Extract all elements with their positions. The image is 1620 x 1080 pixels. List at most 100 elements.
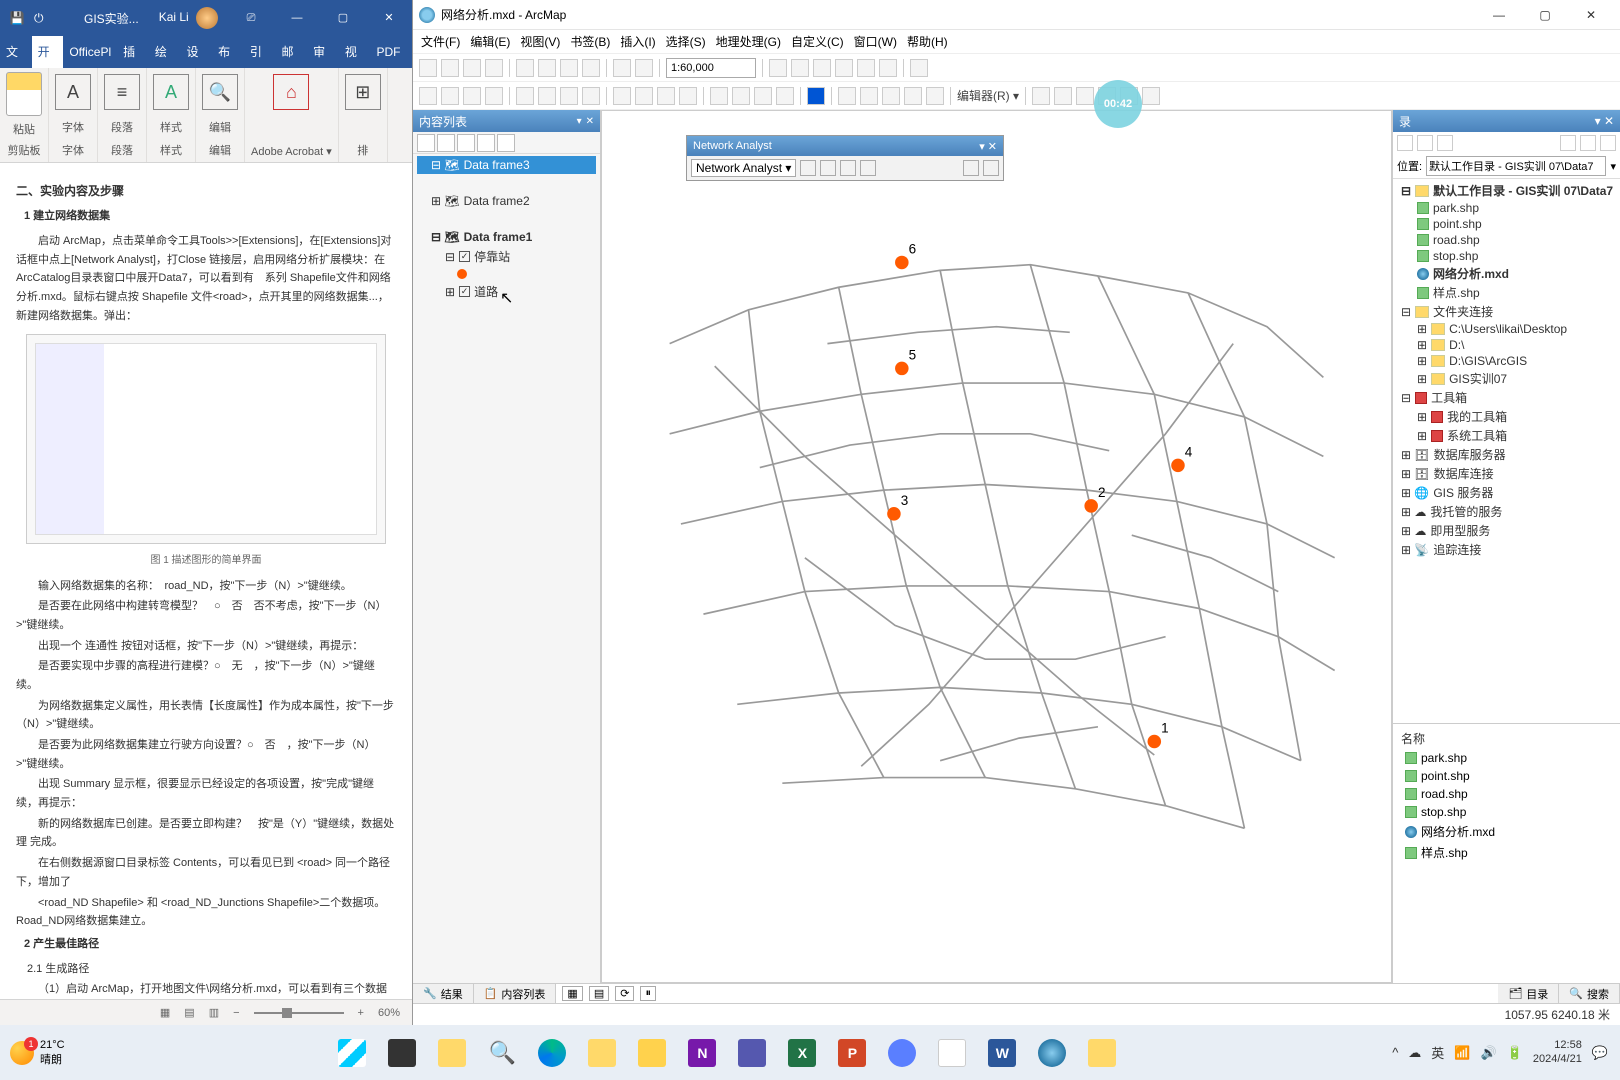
catalog-close-icon[interactable]: ✕ <box>1604 114 1614 128</box>
map-view[interactable]: Network Analyst▾ ✕ Network Analyst ▾ <box>601 110 1392 983</box>
cat-gis-servers[interactable]: ⊞ 🌐 GIS 服务器 <box>1397 483 1616 502</box>
menu-bookmark[interactable]: 书签(B) <box>570 33 610 50</box>
save-icon[interactable]: 💾 <box>0 11 34 25</box>
menu-geoprocessing[interactable]: 地理处理(G) <box>716 33 781 50</box>
arc-maximize-icon[interactable]: ▢ <box>1522 0 1568 30</box>
arc-close-icon[interactable]: ✕ <box>1568 0 1614 30</box>
edge-button[interactable] <box>531 1032 573 1074</box>
paragraph-icon[interactable]: ≡ <box>104 74 140 110</box>
cat-file-road[interactable]: road.shp <box>1397 232 1616 248</box>
tray-wifi-icon[interactable]: 📶 <box>1454 1045 1470 1061</box>
menu-edit[interactable]: 编辑(E) <box>470 33 510 50</box>
toc-close-icon[interactable]: ✕ <box>586 116 594 127</box>
time-slider-icon[interactable] <box>776 87 794 105</box>
arcmap-button[interactable] <box>1031 1032 1073 1074</box>
notes-button[interactable] <box>631 1032 673 1074</box>
autosave-toggle[interactable]: ⏻ <box>34 11 54 26</box>
tray-lang-icon[interactable]: 英 <box>1431 1043 1444 1062</box>
more-1-icon[interactable] <box>838 87 856 105</box>
ribbon-opts-icon[interactable]: ⎚ <box>228 0 274 36</box>
preview-park[interactable]: park.shp <box>1397 749 1616 767</box>
toc-dataframe3[interactable]: ⊟ 🗺Data frame3 <box>417 156 596 174</box>
cut-icon[interactable] <box>516 59 534 77</box>
copy-icon[interactable] <box>538 59 556 77</box>
cat-tracking[interactable]: ⊞ 📡 追踪连接 <box>1397 540 1616 559</box>
fixed-zoomout-icon[interactable] <box>538 87 556 105</box>
find-icon[interactable]: 🔍 <box>202 74 238 110</box>
view-read-icon[interactable]: ▤ <box>184 1006 194 1019</box>
cat-home-icon[interactable] <box>1437 135 1453 151</box>
menu-view[interactable]: 视图(V) <box>520 33 560 50</box>
minimize-icon[interactable]: ― <box>274 0 320 36</box>
pause-draw-icon[interactable]: ⏸ <box>640 986 656 1001</box>
menu-window[interactable]: 窗口(W) <box>854 33 897 50</box>
identify-icon[interactable] <box>679 87 697 105</box>
preview-road[interactable]: road.shp <box>1397 785 1616 803</box>
avatar[interactable] <box>196 7 218 29</box>
tray-volume-icon[interactable]: 🔊 <box>1481 1045 1497 1061</box>
cat-file-mxd[interactable]: 网络分析.mxd <box>1397 264 1616 283</box>
toc-options-icon[interactable] <box>497 134 515 152</box>
search-icon[interactable] <box>835 59 853 77</box>
new-icon[interactable] <box>419 59 437 77</box>
cat-toggle-icon[interactable] <box>1600 135 1616 151</box>
quark-button[interactable] <box>881 1032 923 1074</box>
cat-file-sample[interactable]: 样点.shp <box>1397 283 1616 302</box>
tab-refs[interactable]: 引用 <box>244 36 276 68</box>
cat-refresh-icon[interactable] <box>1580 135 1596 151</box>
cat-hosted[interactable]: ⊞ ☁ 我托管的服务 <box>1397 502 1616 521</box>
arc-minimize-icon[interactable]: ― <box>1476 0 1522 30</box>
cat-default-workdir[interactable]: ⊟默认工作目录 - GIS实训 07\Data7 <box>1397 181 1616 200</box>
tab-file[interactable]: 文件 <box>0 36 32 68</box>
xy-icon[interactable] <box>754 87 772 105</box>
save-icon[interactable] <box>463 59 481 77</box>
toc-tree[interactable]: ⊟ 🗺Data frame3 ⊞ 🗺Data frame2 ⊟ 🗺Data fr… <box>413 154 600 983</box>
cat-back-icon[interactable] <box>1397 135 1413 151</box>
toc-bysel-icon[interactable] <box>477 134 495 152</box>
paste-icon[interactable] <box>6 72 42 116</box>
layout-view-icon[interactable]: ▤ <box>589 986 609 1001</box>
font-icon[interactable]: A <box>55 74 91 110</box>
taskbar-weather[interactable]: 1 21°C 晴朗 <box>0 1039 75 1067</box>
tab-home[interactable]: 开始 <box>32 36 64 68</box>
cat-sys-toolbox[interactable]: ⊞系统工具箱 <box>1397 426 1616 445</box>
cat-ready[interactable]: ⊞ ☁ 即用型服务 <box>1397 521 1616 540</box>
preview-mxd[interactable]: 网络分析.mxd <box>1397 821 1616 842</box>
preview-point[interactable]: point.shp <box>1397 767 1616 785</box>
ed-6-icon[interactable] <box>1142 87 1160 105</box>
cat-folder-d[interactable]: ⊞D:\ <box>1397 337 1616 353</box>
data-view-icon[interactable]: ▦ <box>562 986 582 1001</box>
tray-battery-icon[interactable]: 🔋 <box>1507 1045 1523 1061</box>
calc-button[interactable] <box>931 1032 973 1074</box>
menu-select[interactable]: 选择(S) <box>666 33 706 50</box>
fixed-zoomin-icon[interactable] <box>516 87 534 105</box>
zoom-value[interactable]: 60% <box>378 1007 400 1019</box>
ed-3-icon[interactable] <box>1076 87 1094 105</box>
preview-stop[interactable]: stop.shp <box>1397 803 1616 821</box>
tab-pdf[interactable]: PDF工 <box>371 36 413 68</box>
cat-up-icon[interactable] <box>1417 135 1433 151</box>
catalog-icon[interactable] <box>813 59 831 77</box>
pan-icon[interactable] <box>463 87 481 105</box>
close-icon[interactable]: ✕ <box>366 0 412 36</box>
zoomin-icon[interactable] <box>419 87 437 105</box>
cat-file-point[interactable]: point.shp <box>1397 216 1616 232</box>
tab-search[interactable]: 🔍搜索 <box>1559 984 1620 1003</box>
windows-taskbar[interactable]: 1 21°C 晴朗 🔍 N X P W ^ ☁ 英 📶 🔊 🔋 12:58 20… <box>0 1025 1620 1080</box>
preview-sample[interactable]: 样点.shp <box>1397 842 1616 863</box>
tab-mail[interactable]: 邮件 <box>276 36 308 68</box>
toc-pin-icon[interactable]: ▾ <box>577 116 582 127</box>
maximize-icon[interactable]: ▢ <box>320 0 366 36</box>
taskbar-tray[interactable]: ^ ☁ 英 📶 🔊 🔋 12:58 2024/4/21 💬 <box>1380 1039 1620 1065</box>
start-button[interactable] <box>331 1032 373 1074</box>
cat-connect-icon[interactable] <box>1560 135 1576 151</box>
tray-notifications-icon[interactable]: 💬 <box>1592 1045 1608 1061</box>
open-icon[interactable] <box>441 59 459 77</box>
cat-folder-desktop[interactable]: ⊞C:\Users\likai\Desktop <box>1397 321 1616 337</box>
python-icon[interactable] <box>879 59 897 77</box>
zoom-in-icon[interactable]: + <box>358 1007 364 1019</box>
tab-review[interactable]: 审阅 <box>307 36 339 68</box>
cat-toolboxes[interactable]: ⊟工具箱 <box>1397 388 1616 407</box>
tray-onedrive-icon[interactable]: ☁ <box>1408 1045 1421 1061</box>
toc-dataframe1[interactable]: ⊟ 🗺Data frame1 <box>417 228 596 246</box>
